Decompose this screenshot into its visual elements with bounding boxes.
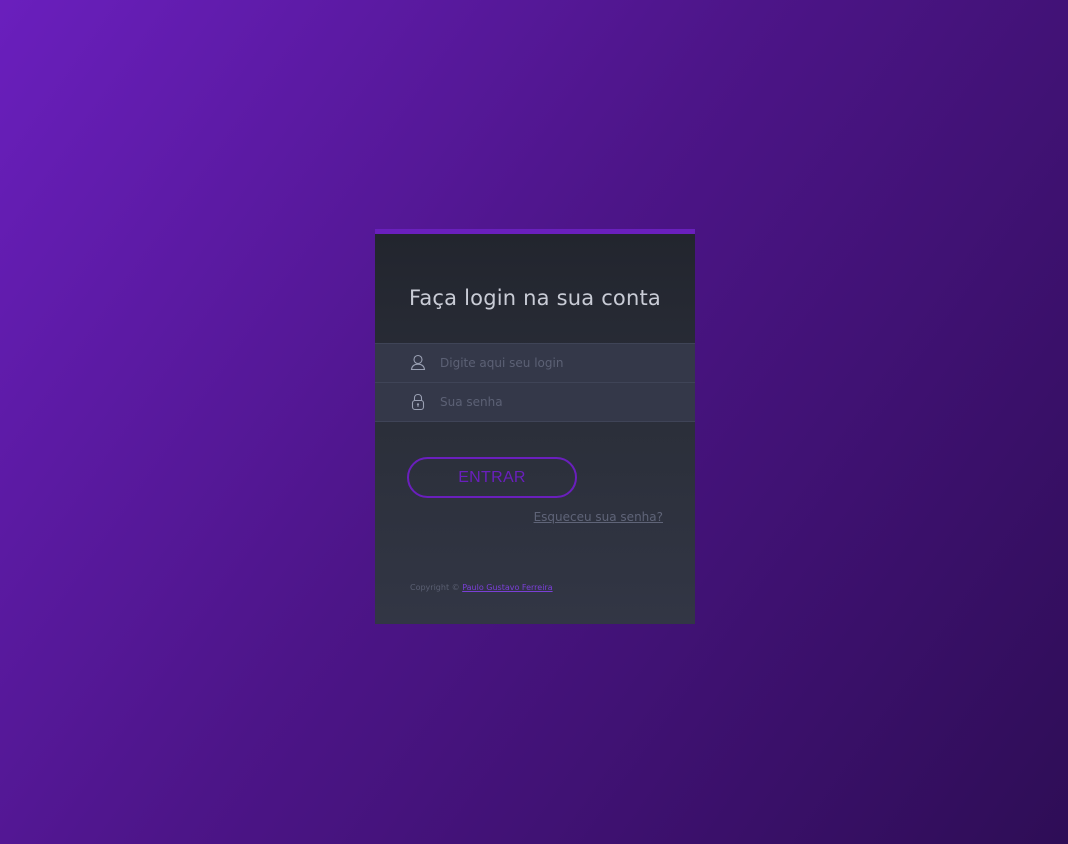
footer-copyright: Copyright © Paulo Gustavo Ferreira bbox=[410, 583, 553, 592]
forgot-password-link[interactable]: Esqueceu sua senha? bbox=[534, 510, 663, 524]
password-field-row bbox=[375, 382, 695, 422]
lock-icon bbox=[410, 393, 426, 411]
copyright-label: Copyright © bbox=[410, 583, 460, 592]
login-button[interactable]: ENTRAR bbox=[407, 457, 577, 498]
author-link[interactable]: Paulo Gustavo Ferreira bbox=[462, 583, 552, 592]
login-form-fields bbox=[375, 343, 695, 422]
login-title: Faça login na sua conta bbox=[409, 286, 661, 310]
password-input[interactable] bbox=[440, 383, 680, 421]
user-icon bbox=[410, 354, 426, 372]
login-card: Faça login na sua conta EN bbox=[375, 229, 695, 624]
username-field-row bbox=[375, 343, 695, 382]
username-input[interactable] bbox=[440, 344, 680, 382]
